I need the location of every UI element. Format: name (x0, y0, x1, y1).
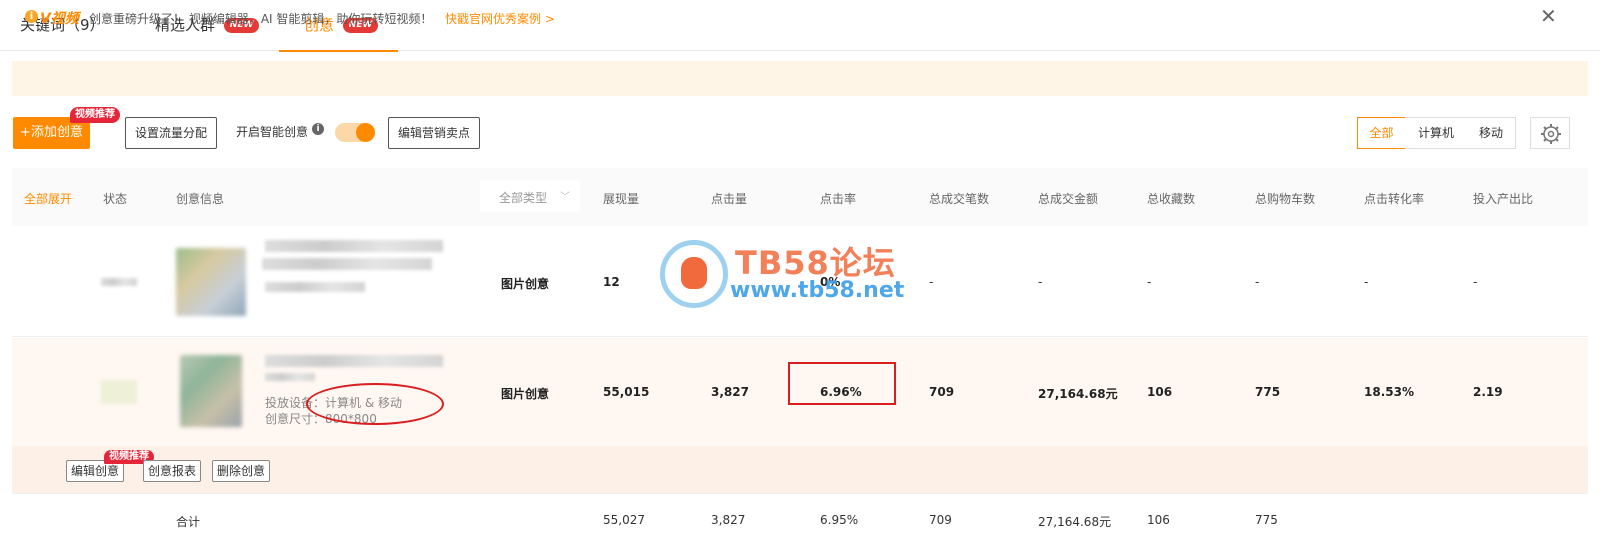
close-icon[interactable]: ✕ (1540, 4, 1557, 28)
row1-favorites: - (1147, 275, 1152, 289)
segment-all[interactable]: 全部 (1357, 117, 1406, 149)
header-gmv[interactable]: 总成交金额 (1038, 190, 1098, 207)
row2-roi: 2.19 (1473, 385, 1503, 399)
notice-text: 创意重磅升级了！ 视频编辑器，AI 智能剪辑，助你玩转短视频！ (89, 12, 433, 26)
notice-bar (12, 61, 1588, 96)
set-traffic-button[interactable]: 设置流量分配 (125, 117, 217, 149)
type-filter-value: 全部类型 (499, 191, 548, 205)
total-impressions: 55,027 (603, 513, 645, 527)
total-clicks: 3,827 (711, 513, 746, 527)
row1-gmv: - (1038, 275, 1043, 289)
type-filter-select[interactable]: 全部类型 ﹀ (480, 180, 580, 212)
edit-selling-points-button[interactable]: 编辑营销卖点 (388, 117, 480, 149)
settings-button[interactable] (1530, 117, 1570, 149)
total-favorites: 106 (1147, 513, 1170, 527)
creative-title-blurred (265, 373, 315, 381)
total-gmv: 27,164.68元 (1038, 515, 1112, 529)
creative-title-blurred (262, 258, 432, 270)
creative-title-blurred (265, 240, 443, 252)
smart-creative-toggle[interactable] (335, 123, 375, 142)
chevron-down-icon: ﹀ (560, 192, 570, 203)
creative-detail-blurred (265, 282, 365, 292)
row2-type: 图片创意 (501, 387, 550, 401)
row2-cvr: 18.53% (1364, 385, 1414, 399)
row2-carts: 775 (1255, 385, 1281, 399)
total-carts: 775 (1255, 513, 1278, 527)
row1-roi: - (1473, 275, 1478, 289)
row2-impressions: 55,015 (603, 385, 650, 399)
row2-gmv: 27,164.68元 (1038, 387, 1118, 401)
info-icon[interactable]: i (312, 123, 324, 135)
row2-favorites: 106 (1147, 385, 1173, 399)
video-brand-logo: V视频 (40, 11, 79, 27)
watermark-url: www.tb58.net (730, 278, 905, 303)
row1-cvr: - (1364, 275, 1369, 289)
row1-type: 图片创意 (501, 277, 550, 291)
video-recommend-badge: 视频推荐 (70, 107, 120, 123)
header-orders[interactable]: 总成交笔数 (929, 190, 989, 207)
header-ctr[interactable]: 点击率 (820, 190, 856, 207)
gear-icon (1541, 124, 1561, 144)
row2-orders: 709 (929, 385, 955, 399)
total-orders: 709 (929, 513, 952, 527)
annotation-rectangle (788, 362, 896, 405)
status-indicator (101, 380, 137, 404)
expand-all-link[interactable]: 全部展开 (24, 190, 72, 207)
toggle-knob (356, 123, 375, 142)
segment-mobile[interactable]: 移动 (1467, 117, 1516, 149)
header-status: 状态 (103, 192, 128, 206)
creative-title-blurred (265, 355, 443, 367)
row1-orders: - (929, 275, 934, 289)
creative-thumbnail[interactable] (180, 355, 242, 427)
header-creative-info: 创意信息 (176, 192, 225, 206)
creative-management-page: 关键词（9） 精选人群 NEW 创意 NEW i V视频 创意重磅升级了！ 视频… (0, 0, 1600, 556)
watermark-logo (660, 240, 728, 308)
creative-report-button[interactable]: 创意报表 (143, 460, 201, 482)
status-indicator (101, 278, 137, 286)
row1-carts: - (1255, 275, 1260, 289)
header-impressions[interactable]: 展现量 (603, 190, 639, 207)
row2-clicks: 3,827 (711, 385, 749, 399)
header-cvr[interactable]: 点击转化率 (1364, 190, 1424, 207)
header-carts[interactable]: 总购物车数 (1255, 190, 1315, 207)
notice-link[interactable]: 快戳官网优秀案例 > (445, 10, 555, 27)
creative-thumbnail[interactable] (176, 248, 246, 316)
delete-creative-button[interactable]: 删除创意 (212, 460, 270, 482)
segment-computer[interactable]: 计算机 (1405, 117, 1468, 149)
annotation-ellipse (306, 383, 444, 425)
total-ctr: 6.95% (820, 513, 859, 527)
info-icon: i (25, 10, 38, 23)
header-clicks[interactable]: 点击量 (711, 190, 747, 207)
table-header (12, 168, 1588, 226)
header-roi[interactable]: 投入产出比 (1473, 190, 1533, 207)
row1-impressions: 12 (603, 275, 620, 289)
smart-creative-label: 开启智能创意 (236, 125, 309, 139)
hand-icon (681, 257, 707, 289)
total-label: 合计 (176, 515, 201, 529)
header-favorites[interactable]: 总收藏数 (1147, 190, 1195, 207)
